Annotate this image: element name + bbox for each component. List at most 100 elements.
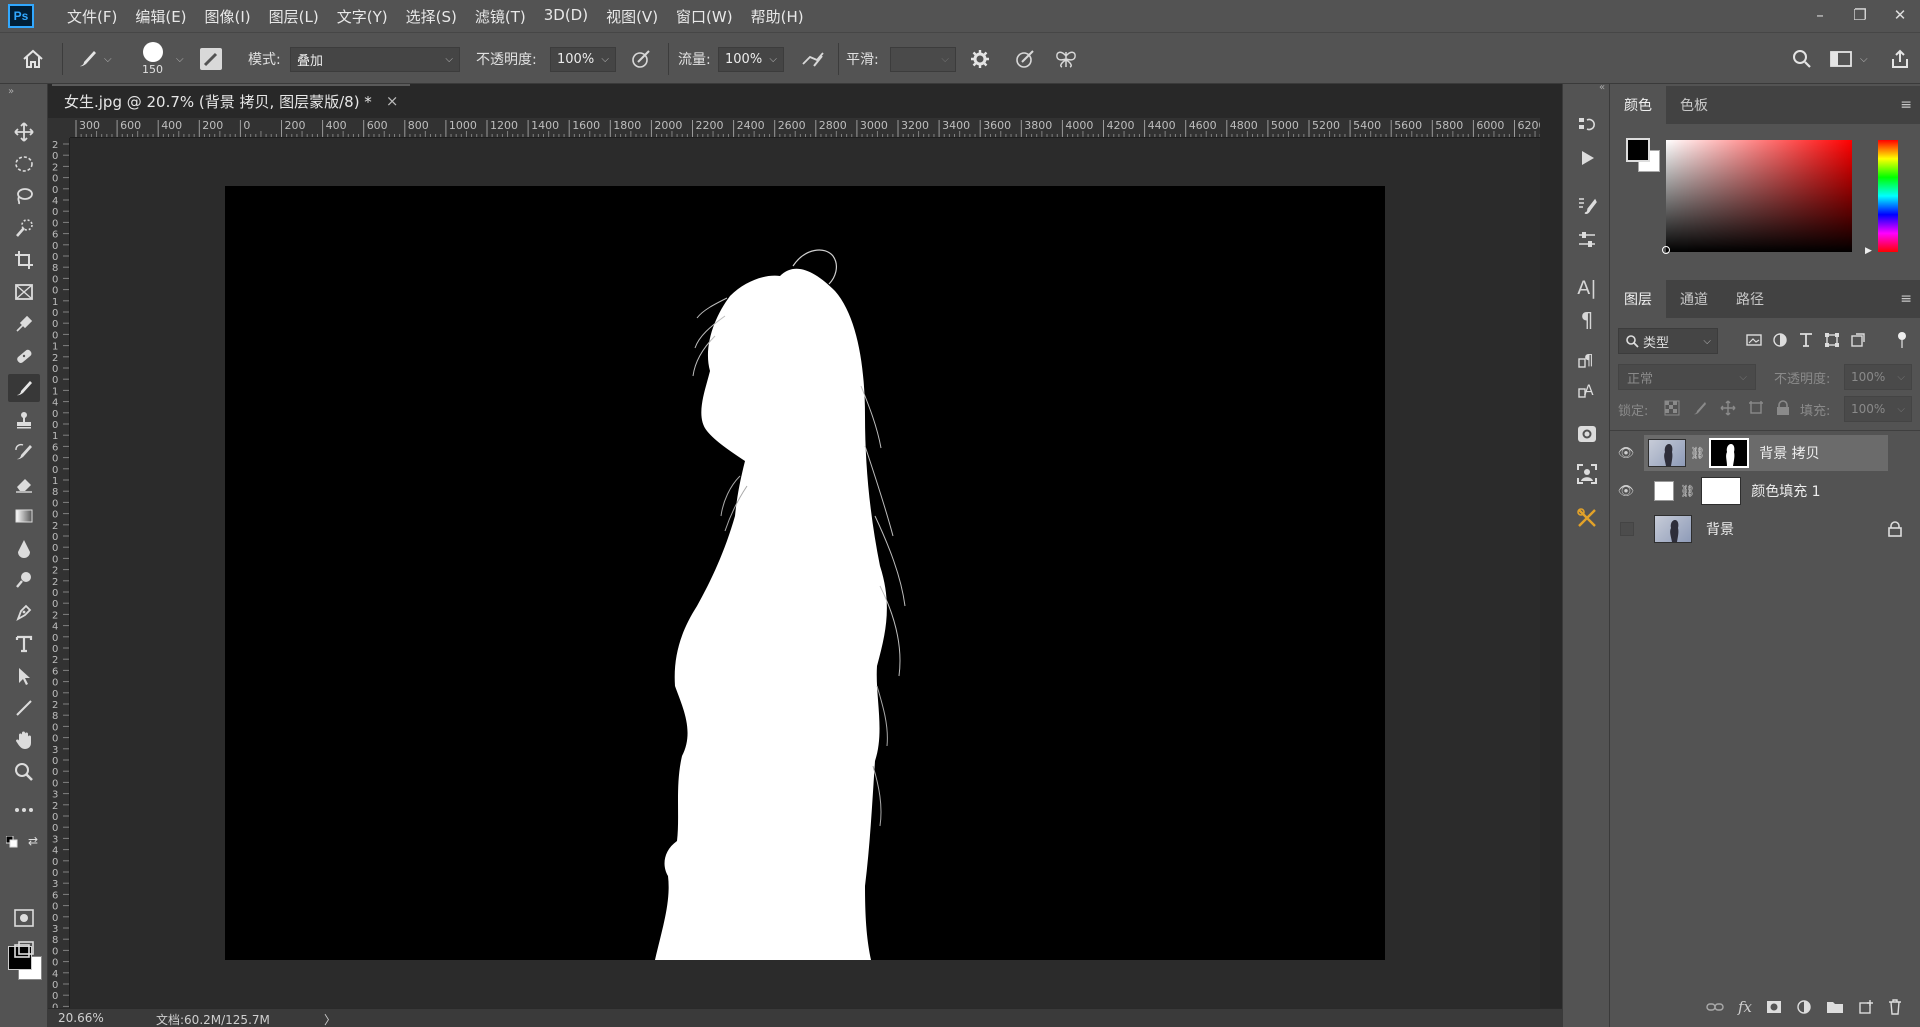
brush-tool-preset-icon[interactable]: ⌵ (76, 33, 112, 85)
character-panel-icon[interactable]: A| (1571, 274, 1603, 302)
default-colors-icon[interactable] (5, 835, 18, 852)
image-canvas[interactable] (225, 186, 1385, 960)
hue-slider[interactable] (1878, 140, 1898, 252)
pressure-size-icon[interactable] (1014, 33, 1036, 85)
chevron-down-icon[interactable]: ⌵ (176, 33, 184, 85)
visibility-eye-icon[interactable]: 👁 (1616, 484, 1636, 499)
eyedropper-tool-icon[interactable] (8, 310, 40, 338)
history-brush-tool-icon[interactable] (8, 438, 40, 466)
new-layer-icon[interactable] (1858, 999, 1874, 1015)
pen-tool-icon[interactable] (8, 598, 40, 626)
brush-size-picker[interactable]: 150 (142, 33, 163, 85)
search-icon[interactable] (1792, 33, 1812, 85)
brush-tool-icon[interactable] (8, 374, 40, 402)
layer-row-background-copy[interactable]: 👁 ⛓ 背景 拷贝 (1610, 434, 1920, 472)
opacity-field[interactable]: 100% ⌵ (550, 46, 616, 72)
tab-channels[interactable]: 通道 (1666, 280, 1722, 318)
type-tool-icon[interactable] (8, 630, 40, 658)
character-styles-icon[interactable]: A (1571, 376, 1603, 404)
healing-brush-tool-icon[interactable] (8, 342, 40, 370)
share-icon[interactable] (1890, 33, 1910, 85)
filter-toggle-icon[interactable] (1898, 332, 1908, 350)
type-layer-filter-icon[interactable] (1798, 332, 1814, 348)
blend-mode-select[interactable]: 正常 ⌵ (1618, 364, 1756, 390)
restore-button[interactable]: ❐ (1840, 0, 1880, 30)
crop-tool-icon[interactable] (8, 246, 40, 274)
zoom-tool-icon[interactable] (8, 758, 40, 786)
shape-layer-filter-icon[interactable] (1824, 332, 1840, 348)
tab-layers[interactable]: 图层 (1610, 280, 1666, 318)
menu-layer[interactable]: 图层(L) (260, 6, 328, 27)
pressure-opacity-icon[interactable] (630, 33, 652, 85)
pixel-layer-filter-icon[interactable] (1746, 332, 1762, 348)
lock-transparent-icon[interactable] (1664, 400, 1680, 416)
vertical-ruler[interactable]: 2020040060080010001200140016001800200022… (48, 138, 70, 1008)
hue-slider-handle[interactable]: ▶ (1865, 246, 1872, 256)
gear-icon[interactable] (970, 33, 990, 85)
panel-menu-icon[interactable]: ≡ (1892, 280, 1920, 318)
fill-field[interactable]: 100% ⌵ (1844, 396, 1912, 422)
layer-row-background[interactable]: 背景 (1610, 510, 1920, 548)
symmetry-butterfly-icon[interactable] (1054, 33, 1078, 85)
line-tool-icon[interactable] (8, 694, 40, 722)
quick-mask-icon[interactable] (8, 904, 40, 932)
layer-mask-thumbnail[interactable] (1709, 438, 1750, 468)
zoom-level[interactable]: 20.66% (58, 1011, 104, 1025)
eraser-tool-icon[interactable] (8, 470, 40, 498)
move-tool-icon[interactable] (8, 118, 40, 146)
color-saturation-field[interactable] (1666, 140, 1852, 252)
mask-link-icon[interactable]: ⛓ (1690, 446, 1705, 460)
dodge-tool-icon[interactable] (8, 566, 40, 594)
color-panel-foreground-swatch[interactable] (1626, 138, 1650, 162)
layer-filter-select[interactable]: 类型 ⌵ (1618, 328, 1718, 354)
lock-pixels-icon[interactable] (1692, 400, 1708, 416)
layer-opacity-field[interactable]: 100% ⌵ (1844, 364, 1912, 390)
menu-type[interactable]: 文字(Y) (328, 6, 397, 27)
expand-dock-icon[interactable]: « (1599, 82, 1605, 93)
tab-swatches[interactable]: 色板 (1666, 86, 1722, 124)
lock-position-icon[interactable] (1720, 400, 1736, 416)
new-group-folder-icon[interactable] (1826, 1000, 1844, 1014)
menu-select[interactable]: 选择(S) (397, 6, 466, 27)
more-tools-icon[interactable] (8, 796, 40, 824)
paragraph-styles-icon[interactable]: ¶ (1571, 346, 1603, 374)
hand-tool-icon[interactable] (8, 726, 40, 754)
new-adjustment-layer-icon[interactable] (1796, 999, 1812, 1015)
adjustment-layer-filter-icon[interactable] (1772, 332, 1788, 348)
visibility-eye-icon[interactable]: 👁 (1616, 446, 1636, 461)
mask-link-icon[interactable]: ⛓ (1680, 484, 1695, 498)
close-tab-button[interactable]: × (386, 92, 399, 110)
link-layers-icon[interactable] (1706, 1001, 1724, 1013)
fill-color-thumbnail[interactable] (1654, 481, 1674, 501)
lasso-tool-icon[interactable] (8, 182, 40, 210)
lock-artboard-icon[interactable] (1748, 400, 1764, 416)
paragraph-panel-icon[interactable]: ¶ (1571, 306, 1603, 334)
menu-filter[interactable]: 滤镜(T) (466, 6, 535, 27)
visibility-toggle-off[interactable] (1620, 522, 1634, 536)
tab-paths[interactable]: 路径 (1722, 280, 1778, 318)
menu-file[interactable]: 文件(F) (58, 6, 126, 27)
history-panel-icon[interactable] (1571, 110, 1603, 138)
lock-all-icon[interactable] (1776, 400, 1790, 416)
menu-help[interactable]: 帮助(H) (742, 6, 813, 27)
marquee-tool-icon[interactable] (8, 150, 40, 178)
collapse-toolbar-icon[interactable]: » (8, 86, 14, 97)
trash-icon[interactable] (1888, 999, 1902, 1015)
brush-panel-toggle-icon[interactable] (200, 33, 222, 85)
smart-object-filter-icon[interactable] (1850, 332, 1866, 348)
screen-mode-icon[interactable] (8, 936, 40, 964)
layer-style-fx-icon[interactable]: fx (1738, 998, 1752, 1016)
smoothing-field[interactable]: ⌵ (890, 46, 956, 72)
menu-image[interactable]: 图像(I) (196, 6, 260, 27)
menu-view[interactable]: 视图(V) (597, 6, 667, 27)
status-menu-arrow[interactable]: 〉 (324, 1011, 336, 1027)
panel-menu-icon[interactable]: ≡ (1892, 86, 1920, 124)
gradient-tool-icon[interactable] (8, 502, 40, 530)
horizontal-ruler[interactable]: 300 600 400 200 0 200 400 600 800 1000 1200 1400 160… (70, 118, 1540, 138)
menu-3d[interactable]: 3D(D) (535, 6, 597, 27)
actions-play-icon[interactable] (1571, 144, 1603, 172)
menu-window[interactable]: 窗口(W) (667, 6, 742, 27)
quick-selection-tool-icon[interactable] (8, 214, 40, 242)
flow-field[interactable]: 100% ⌵ (718, 46, 784, 72)
close-button[interactable]: ✕ (1880, 0, 1920, 30)
